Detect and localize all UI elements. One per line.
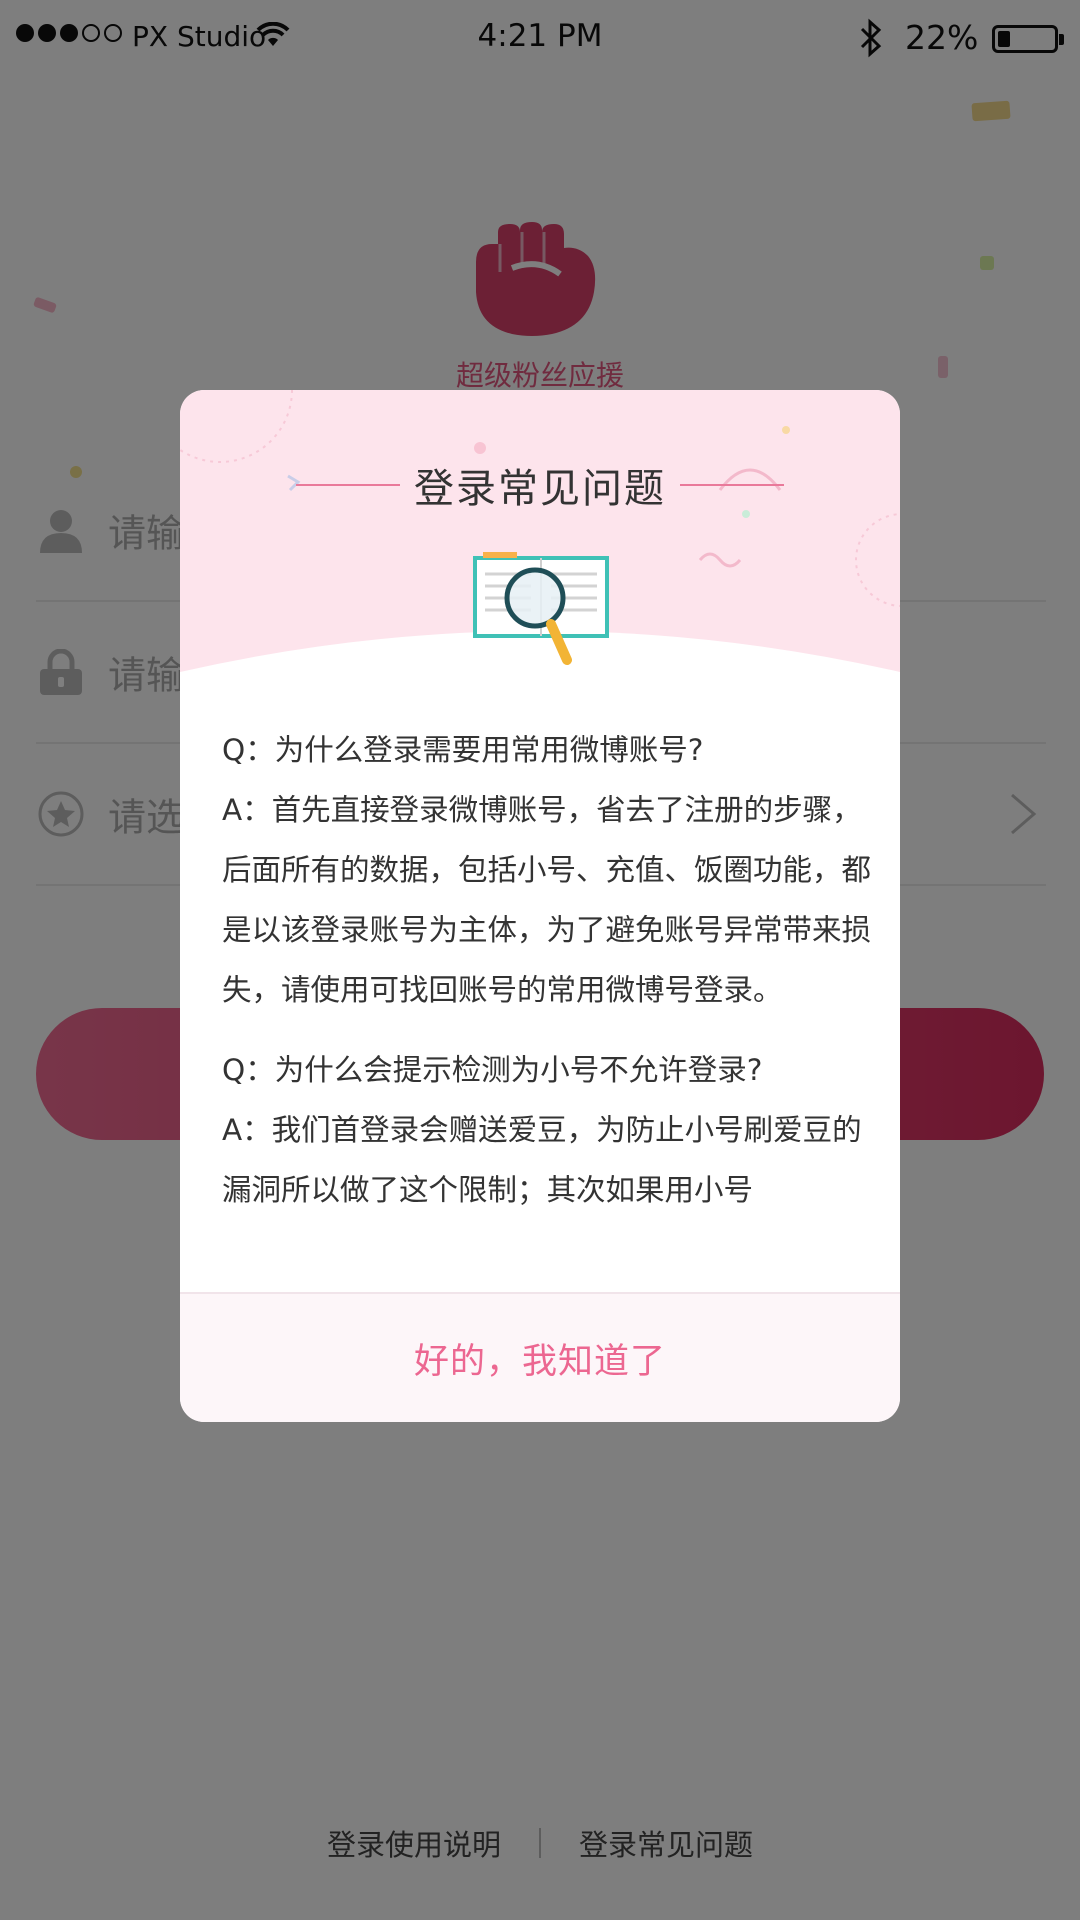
faq-answer: A：首先直接登录微博账号，省去了注册的步骤，后面所有的数据，包括小号、充值、饭圈… (222, 793, 872, 1007)
faq-question: Q：为什么会提示检测为小号不允许登录? (222, 1053, 763, 1087)
book-magnifier-icon (473, 552, 609, 665)
dialog-title: 登录常见问题 (414, 466, 666, 512)
dialog-title-row: 登录常见问题 (180, 456, 900, 514)
faq-question: Q：为什么登录需要用常用微博账号? (222, 733, 704, 767)
title-left-line (296, 484, 400, 486)
title-right-line (680, 484, 784, 486)
faq-content[interactable]: Q：为什么登录需要用常用微博账号? A：首先直接登录微博账号，省去了注册的步骤，… (222, 720, 872, 1344)
dialog-footer: 好的，我知道了 (180, 1292, 900, 1422)
faq-dialog: 登录常见问题 Q：为什么登录需要用常用微博账号? A：首先直接登录微博账号，省去… (180, 390, 900, 1422)
dialog-header: 登录常见问题 (180, 390, 900, 690)
confirm-button[interactable]: 好的，我知道了 (414, 1333, 666, 1384)
faq-answer: A：我们首登录会赠送爱豆，为防止小号刷爱豆的漏洞所以做了这个限制；其次如果用小号 (222, 1113, 862, 1207)
